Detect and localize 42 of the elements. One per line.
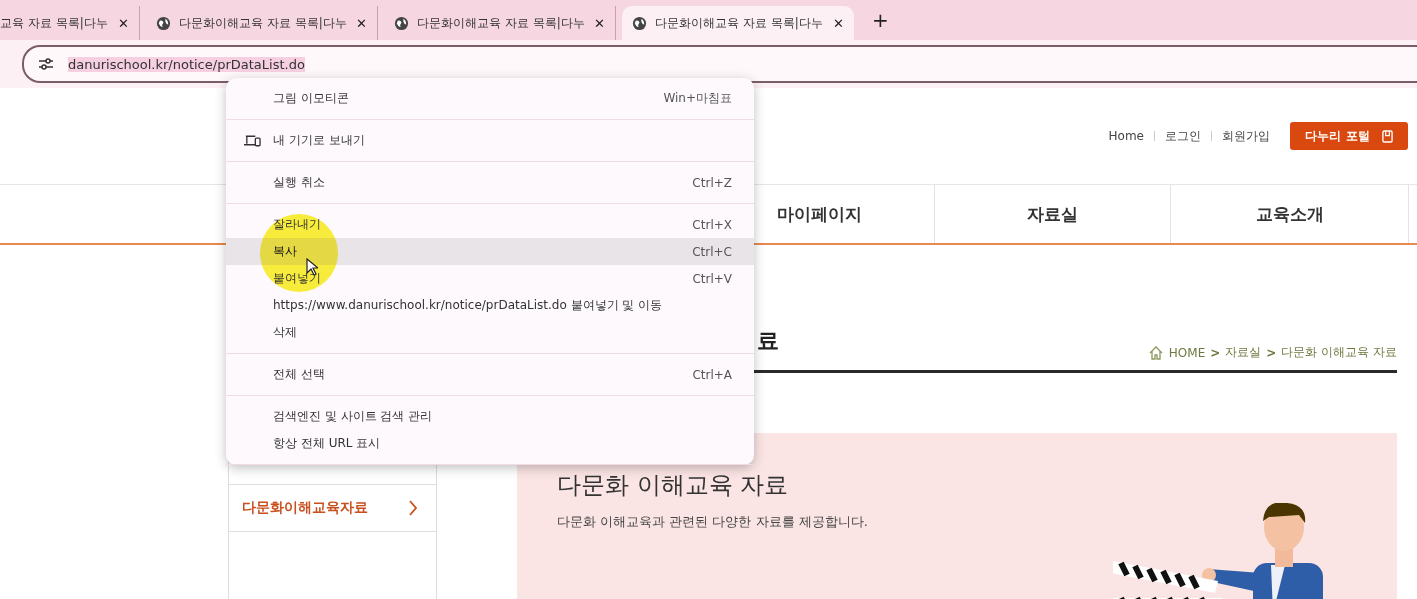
breadcrumb-link[interactable]: HOME bbox=[1168, 345, 1206, 360]
menu-item[interactable]: https://www.danurischool.kr/notice/prDataList.do 붙여넣기 및 이동 bbox=[226, 292, 754, 319]
portal-button[interactable]: 다누리 포털 bbox=[1290, 122, 1408, 150]
close-tab-button[interactable]: ✕ bbox=[833, 15, 844, 31]
menu-item[interactable]: 그림 이모티콘 Win+마침표 bbox=[226, 85, 754, 112]
site-settings-icon bbox=[38, 58, 54, 70]
browser-tab[interactable]: 다문화이해교육 자료 목록|다누 ✕ bbox=[622, 6, 854, 40]
nav-menu-item[interactable]: 교육소개 bbox=[1171, 185, 1409, 243]
breadcrumb-separator: > bbox=[1266, 345, 1277, 360]
globe-icon bbox=[394, 15, 409, 31]
banner-title: 다문화 이해교육 자료 bbox=[557, 470, 790, 501]
menu-item[interactable]: 붙여넣기 Ctrl+V bbox=[226, 265, 754, 292]
close-tab-button[interactable]: ✕ bbox=[356, 15, 367, 31]
breadcrumb-separator: > bbox=[1210, 345, 1221, 360]
menu-item[interactable]: 복사 Ctrl+C bbox=[226, 238, 754, 265]
menu-item[interactable]: 검색엔진 및 사이트 검색 관리 bbox=[226, 403, 754, 430]
menu-item[interactable]: 삭제 bbox=[226, 319, 754, 346]
new-tab-button[interactable]: + bbox=[866, 7, 895, 33]
menu-item[interactable]: 전체 선택 Ctrl+A bbox=[226, 361, 754, 388]
nav-menu-item[interactable]: 자료실 bbox=[935, 185, 1171, 243]
devices-icon bbox=[244, 134, 261, 147]
breadcrumb-link[interactable]: 자료실 bbox=[1225, 344, 1262, 361]
menu-item[interactable]: 내 기기로 보내기 bbox=[226, 127, 754, 154]
chevron-right-icon bbox=[408, 500, 418, 516]
page-heading: 료 bbox=[757, 326, 779, 355]
menu-item[interactable]: 잘라내기 Ctrl+X bbox=[226, 211, 754, 238]
header-link[interactable]: 로그인 bbox=[1165, 127, 1201, 145]
breadcrumb-link[interactable]: 다문화 이해교육 자료 bbox=[1281, 344, 1397, 361]
menu-item[interactable]: 항상 전체 URL 표시 bbox=[226, 430, 754, 457]
nav-menu-item[interactable]: 마이페이지 bbox=[755, 185, 935, 243]
sidebar-item[interactable]: 다문화이해교육자료 bbox=[229, 484, 436, 532]
menu-item[interactable]: 실행 취소 Ctrl+Z bbox=[226, 169, 754, 196]
address-field[interactable]: danurischool.kr/notice/prDataList.do bbox=[22, 45, 1417, 83]
header-link[interactable]: 회원가입 bbox=[1222, 127, 1270, 145]
close-tab-button[interactable]: ✕ bbox=[118, 15, 129, 31]
close-tab-button[interactable]: ✕ bbox=[594, 15, 605, 31]
globe-icon bbox=[156, 15, 171, 31]
banner-subtitle: 다문화 이해교육과 관련된 다양한 자료를 제공합니다. bbox=[557, 513, 869, 531]
home-icon bbox=[1147, 344, 1164, 361]
globe-icon bbox=[632, 15, 647, 31]
document-icon bbox=[1381, 129, 1393, 143]
header-link[interactable]: Home bbox=[1108, 129, 1144, 143]
